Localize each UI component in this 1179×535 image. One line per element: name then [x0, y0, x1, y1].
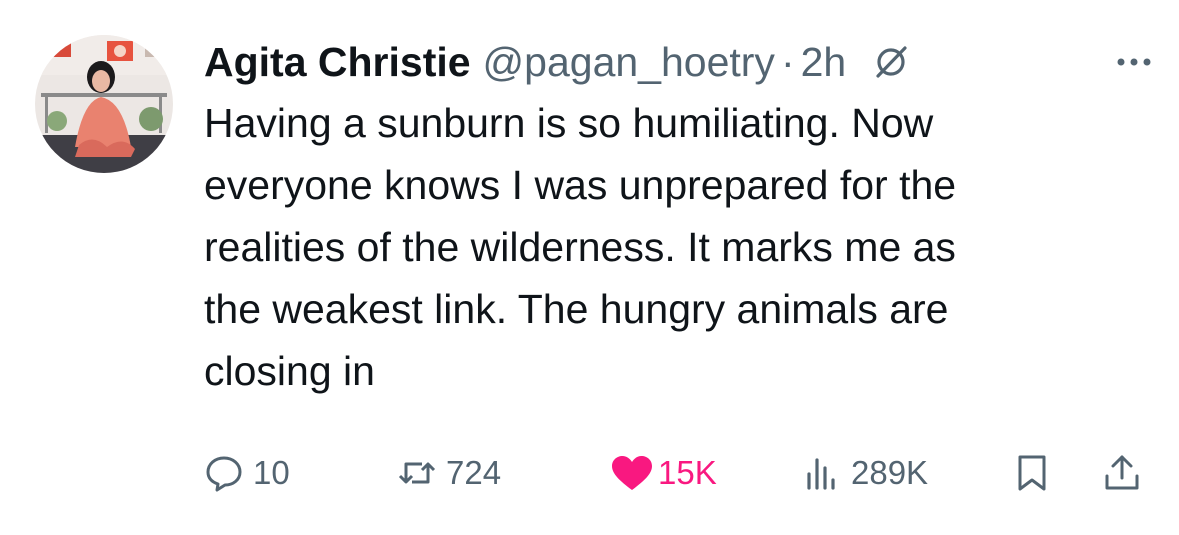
more-icon[interactable]: [1114, 42, 1154, 82]
tweet-actions: 10 724 15K 289K: [205, 448, 1145, 498]
share-button[interactable]: [1103, 448, 1141, 498]
tweet-content: Agita Christie @pagan_hoetry · 2h Having…: [204, 34, 1154, 402]
retweet-count: 724: [446, 454, 502, 491]
tweet-text: Having a sunburn is so humiliating. Now …: [204, 100, 957, 394]
retweet-button[interactable]: 724: [398, 448, 501, 498]
user-handle[interactable]: @pagan_hoetry: [483, 39, 775, 86]
avatar[interactable]: [35, 35, 173, 173]
like-button[interactable]: 15K: [610, 448, 717, 498]
timestamp[interactable]: 2h: [801, 39, 847, 86]
reply-count: 10: [253, 454, 290, 491]
avatar-image: [35, 35, 173, 173]
share-icon: [1103, 454, 1141, 492]
separator-dot: ·: [780, 38, 795, 85]
bookmark-icon: [1013, 454, 1051, 492]
retweet-icon: [398, 454, 436, 492]
tweet[interactable]: Agita Christie @pagan_hoetry · 2h Having…: [0, 0, 1179, 535]
reply-button[interactable]: 10: [205, 448, 290, 498]
views-button[interactable]: 289K: [803, 448, 928, 498]
grok-icon[interactable]: [872, 43, 910, 81]
display-name[interactable]: Agita Christie: [204, 39, 471, 86]
bookmark-button[interactable]: [1013, 448, 1051, 498]
like-count: 15K: [658, 454, 717, 491]
tweet-header: Agita Christie @pagan_hoetry · 2h: [204, 34, 1154, 90]
reply-icon: [205, 454, 243, 492]
heart-icon: [610, 454, 652, 492]
views-icon: [803, 454, 841, 492]
views-count: 289K: [851, 454, 929, 491]
